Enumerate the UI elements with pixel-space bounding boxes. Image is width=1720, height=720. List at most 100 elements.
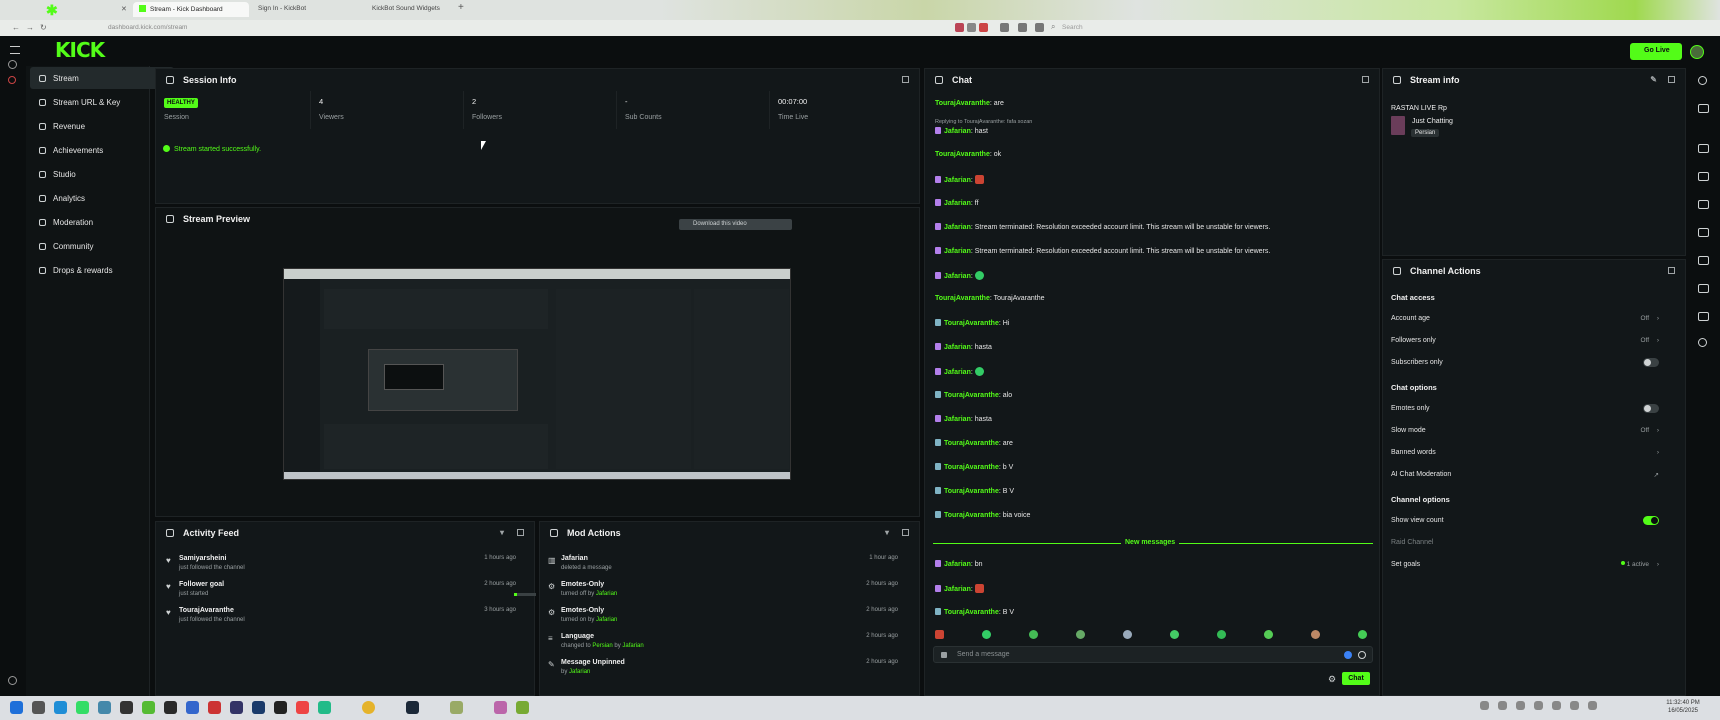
chat-username[interactable]: Jafarian [944,200,971,207]
chat-message[interactable]: TourajAvaranthe: B V [935,608,1014,616]
slow-mode-row[interactable]: Slow mode Off › [1391,427,1663,439]
new-tab-icon[interactable]: + [458,2,464,13]
emote-icon[interactable] [935,630,944,639]
chat-message[interactable]: TourajAvaranthe: are [935,439,1013,447]
chat-username[interactable]: Jafarian [944,344,971,351]
settings-icon[interactable] [1018,23,1027,32]
filter-icon[interactable]: ▾ [885,528,889,537]
tools-icon[interactable] [1035,23,1044,32]
notification-icon[interactable] [8,76,16,84]
app-icon[interactable] [450,701,463,714]
tray-icon[interactable] [1480,701,1489,710]
chrome-icon[interactable] [362,701,375,714]
chat-username[interactable]: TourajAvaranthe [944,488,999,495]
sidebar-item-stream[interactable]: Stream [30,67,174,89]
emotes-only-toggle[interactable] [1643,404,1659,413]
extension-icon[interactable]: ✱ [46,3,58,17]
browser-tab-dashboard[interactable]: Stream - Kick Dashboard [133,2,249,17]
app-icon[interactable] [142,701,155,714]
app-icon[interactable] [296,701,309,714]
go-live-button[interactable]: Go Live [1630,43,1682,60]
set-goals-row[interactable]: Set goals 1 active › [1391,561,1663,573]
raid-channel-row[interactable]: Raid Channel [1391,539,1663,551]
subscribers-only-toggle[interactable] [1643,358,1659,367]
chat-username[interactable]: TourajAvaranthe [935,295,990,302]
emote-icon[interactable] [1358,630,1367,639]
chat-username[interactable]: Jafarian [944,224,971,231]
search-icon[interactable]: ⌕ [1051,22,1055,32]
session-icon[interactable] [1698,144,1709,153]
tray-icon[interactable] [1588,701,1597,710]
extensions-icon[interactable] [979,23,988,32]
chat-message[interactable]: Jafarian: Stream terminated: Resolution … [935,247,1270,255]
chat-message[interactable]: Jafarian: [935,271,984,280]
windows-start-icon[interactable] [10,701,23,714]
sidebar-item-studio[interactable]: Studio⌄ [30,163,174,185]
app-icon[interactable] [54,701,67,714]
popout-icon[interactable] [902,76,909,83]
emote-icon[interactable] [1123,630,1132,639]
account-age-row[interactable]: Account age Off › [1391,315,1663,327]
popout-icon[interactable] [902,529,909,536]
chat-message[interactable]: TourajAvaranthe: B V [935,487,1014,495]
user-link[interactable]: Jafarian [622,643,643,649]
chat-message[interactable]: TourajAvaranthe: are [935,100,1004,107]
gear-icon[interactable] [1698,338,1707,347]
chat-message[interactable]: TourajAvaranthe: bia voice [935,511,1030,519]
sidebar-item-achievements[interactable]: Achievements [30,139,174,161]
info-icon[interactable] [1698,76,1707,85]
emote-icon[interactable] [1029,630,1038,639]
edit-icon[interactable]: ✎ [1650,75,1657,84]
emote-icon[interactable] [1311,630,1320,639]
chat-message[interactable]: Jafarian: ff [935,199,979,207]
chat-username[interactable]: Jafarian [944,369,971,376]
chat-message[interactable]: Jafarian: [935,367,984,376]
filter-icon[interactable]: ▾ [500,528,504,537]
tray-icon[interactable] [1552,701,1561,710]
settings-gear-icon[interactable] [8,676,17,685]
emote-icon[interactable] [1170,630,1179,639]
chat-icon[interactable] [1698,228,1709,237]
chat-message[interactable]: TourajAvaranthe: Hi [935,319,1009,327]
ai-moderation-row[interactable]: AI Chat Moderation ↗ [1391,471,1663,483]
chat-username[interactable]: TourajAvaranthe [944,609,999,616]
bookmark-icon[interactable] [955,23,964,32]
chat-username[interactable]: Jafarian [944,416,971,423]
user-link[interactable]: Jafarian [596,617,617,623]
app-icon[interactable] [76,701,89,714]
chat-username[interactable]: Jafarian [944,248,971,255]
code-icon[interactable] [1698,256,1709,265]
app-icon[interactable] [274,701,287,714]
star-icon[interactable] [967,23,976,32]
verified-icon[interactable] [1344,651,1352,659]
tab-close-icon[interactable]: ✕ [121,5,127,13]
emote-icon[interactable] [1217,630,1226,639]
chat-message[interactable]: TourajAvaranthe: b V [935,463,1013,471]
edit-icon[interactable] [1698,104,1709,113]
forward-icon[interactable]: → [26,23,34,32]
banned-words-row[interactable]: Banned words › [1391,449,1663,461]
url-field[interactable]: dashboard.kick.com/stream [108,24,187,31]
popout-icon[interactable] [517,529,524,536]
browser-search-input[interactable]: Search [1062,24,1083,31]
document-icon[interactable] [1698,284,1709,293]
steam-icon[interactable] [406,701,419,714]
chat-message[interactable]: TourajAvaranthe: ok [935,151,1001,158]
app-icon[interactable] [516,701,529,714]
wrench-icon[interactable] [1698,312,1709,321]
app-icon[interactable] [318,701,331,714]
tray-icon[interactable] [1534,701,1543,710]
chat-username[interactable]: Jafarian [944,273,971,280]
emoji-icon[interactable] [1358,651,1366,659]
chat-username[interactable]: Jafarian [944,177,971,184]
system-clock[interactable]: 11:32:40 PM 16/05/2025 [1652,699,1714,715]
chat-message[interactable]: Jafarian: [935,175,984,184]
chat-message[interactable]: Jafarian: Stream terminated: Resolution … [935,223,1270,231]
sidebar-item-community[interactable]: Community⌄ [30,235,174,257]
sidebar-item-analytics[interactable]: Analytics⌄ [30,187,174,209]
sidebar-item-moderation[interactable]: Moderation [30,211,174,233]
app-icon[interactable] [98,701,111,714]
back-icon[interactable]: ← [12,23,20,32]
chat-message[interactable]: TourajAvaranthe: TourajAvaranthe [935,295,1044,302]
chat-username[interactable]: Jafarian [944,561,971,568]
